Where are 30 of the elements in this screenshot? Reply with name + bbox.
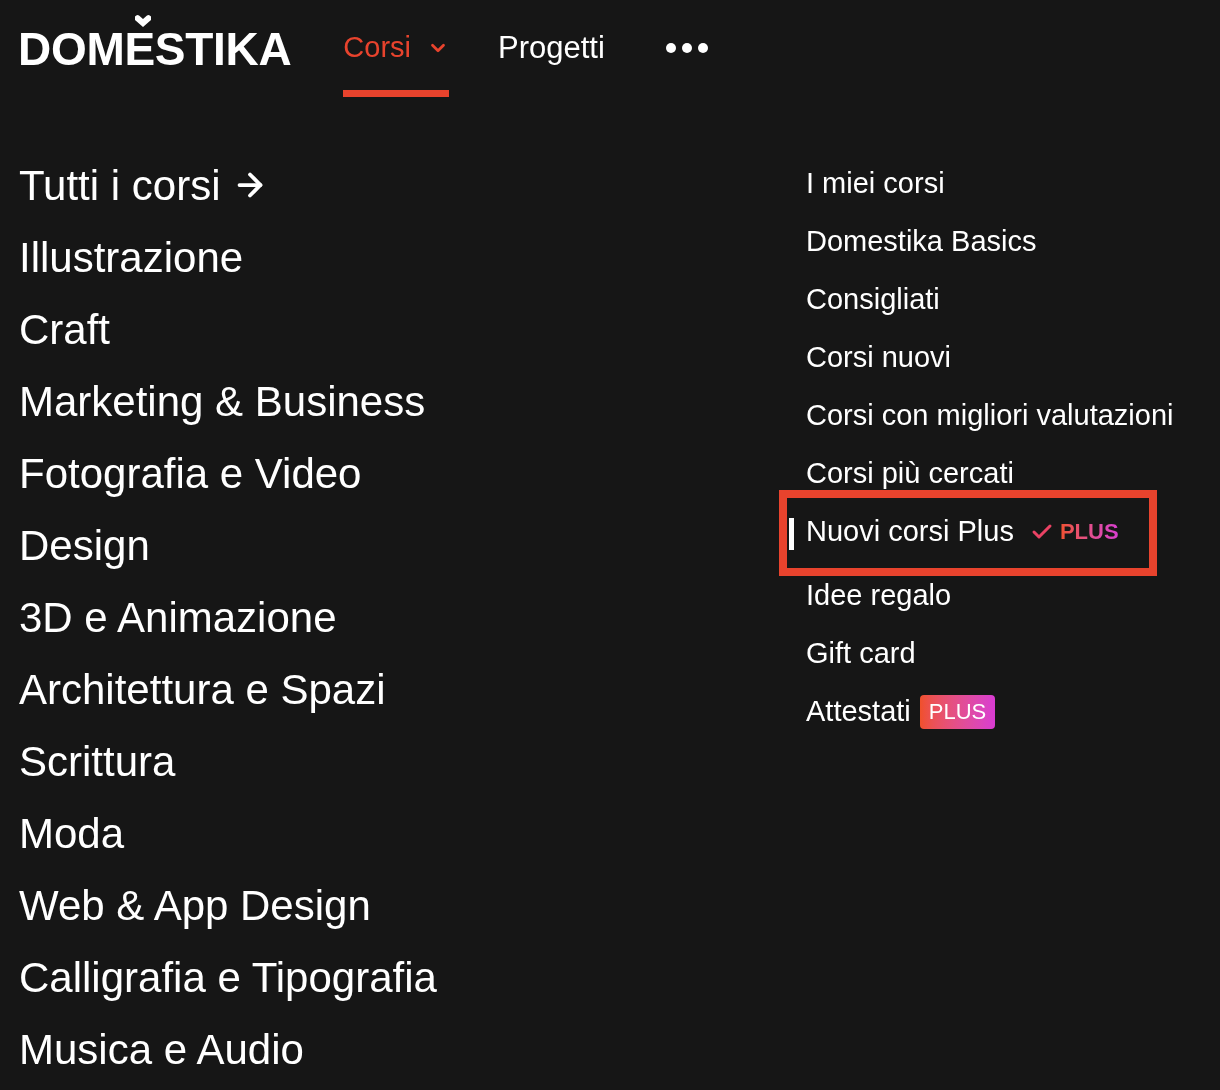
category-link[interactable]: Calligrafia e Tipografia: [19, 945, 437, 1009]
all-courses-link[interactable]: Tutti i corsi: [19, 153, 269, 217]
category-link[interactable]: Web & App Design: [19, 873, 371, 937]
menu-link[interactable]: Domestika Basics: [806, 220, 1037, 264]
category-link[interactable]: Moda: [19, 801, 125, 865]
menu-link[interactable]: Corsi nuovi: [806, 336, 952, 380]
menu-link[interactable]: Attestati: [806, 690, 911, 734]
category-link[interactable]: 3D e Animazione: [19, 585, 337, 649]
menu-link[interactable]: Gift card: [806, 632, 916, 676]
category-link[interactable]: Scrittura: [19, 729, 176, 793]
category-link[interactable]: Fotografia e Video: [19, 441, 362, 505]
menu-link[interactable]: I miei corsi: [806, 162, 945, 206]
logo[interactable]: DOMESTIKA: [18, 10, 292, 72]
heart-icon: [135, 14, 151, 27]
more-icon[interactable]: [665, 43, 708, 53]
category-link[interactable]: Illustrazione: [19, 225, 244, 289]
category-link[interactable]: Musica e Audio: [19, 1017, 304, 1081]
active-indicator: [789, 518, 794, 550]
plus-badge: PLUS: [919, 695, 996, 729]
category-link[interactable]: Marketing & Business: [19, 369, 426, 433]
courses-tab[interactable]: Corsi: [343, 0, 449, 97]
category-link[interactable]: Architettura e Spazi: [19, 657, 386, 721]
nav-tab[interactable]: Progetti: [498, 0, 605, 97]
menu-link[interactable]: Consigliati: [806, 278, 940, 322]
category-link[interactable]: Craft: [19, 297, 110, 361]
menu-link[interactable]: Nuovi corsi Plus: [806, 510, 1014, 554]
category-link[interactable]: Design: [19, 513, 150, 577]
menu-link[interactable]: Corsi più cercati: [806, 452, 1014, 496]
menu-link[interactable]: Idee regalo: [806, 574, 952, 618]
menu-link[interactable]: Corsi con migliori valutazioni: [806, 394, 1174, 438]
